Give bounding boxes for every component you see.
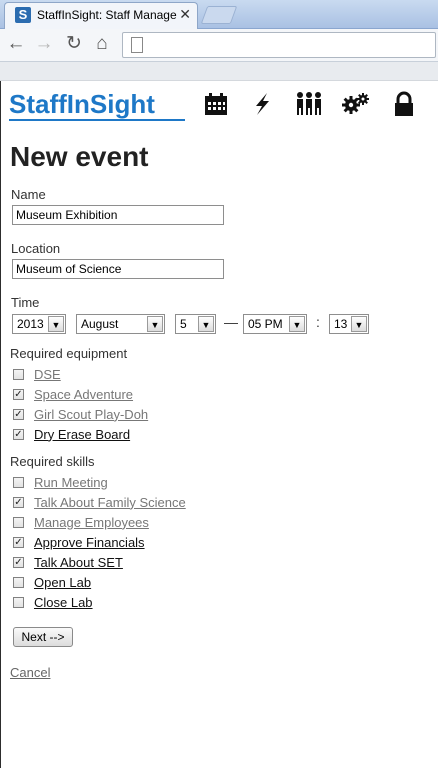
equipment-item[interactable]: ✓ Dry Erase Board bbox=[13, 425, 130, 443]
calendar-icon[interactable] bbox=[201, 89, 231, 119]
lock-icon[interactable] bbox=[389, 89, 419, 119]
gears-icon[interactable] bbox=[341, 89, 371, 119]
minute-value: 13 bbox=[334, 317, 348, 331]
skill-item[interactable]: ✓ Talk About Family Science bbox=[13, 493, 186, 511]
day-select[interactable]: 5 ▼ bbox=[175, 314, 216, 334]
forward-icon[interactable]: → bbox=[32, 32, 56, 56]
checkbox[interactable]: ✓ bbox=[13, 496, 24, 508]
back-icon[interactable]: ← bbox=[4, 32, 28, 56]
skill-link[interactable]: Talk About Family Science bbox=[34, 495, 186, 510]
chevron-down-icon: ▼ bbox=[351, 316, 367, 332]
checkbox[interactable] bbox=[13, 596, 24, 608]
checkbox[interactable]: ✓ bbox=[13, 388, 24, 400]
skill-item[interactable]: Run Meeting bbox=[13, 473, 108, 491]
browser-tab[interactable]: S StaffInSight: Staff Manage ✕ bbox=[4, 2, 198, 29]
skill-item[interactable]: Open Lab bbox=[13, 573, 91, 591]
location-field[interactable]: Museum of Science bbox=[12, 259, 224, 279]
check-icon: ✓ bbox=[14, 388, 23, 400]
tab-title: StaffInSight: Staff Manage bbox=[37, 8, 177, 22]
logo-underline bbox=[9, 119, 185, 121]
skill-item[interactable]: ✓ Approve Financials bbox=[13, 533, 145, 551]
browser-tabstrip: S StaffInSight: Staff Manage ✕ bbox=[0, 0, 438, 29]
app-header: StaffInSight bbox=[9, 87, 429, 125]
skill-link[interactable]: Close Lab bbox=[34, 595, 93, 610]
checkbox[interactable]: ✓ bbox=[13, 428, 24, 440]
skill-link[interactable]: Open Lab bbox=[34, 575, 91, 590]
checkbox[interactable] bbox=[13, 516, 24, 528]
address-bar[interactable] bbox=[122, 32, 436, 58]
hour-select[interactable]: 05 PM ▼ bbox=[243, 314, 307, 334]
time-colon: : bbox=[316, 314, 320, 330]
home-icon[interactable]: ⌂ bbox=[90, 32, 114, 56]
skill-item[interactable]: Manage Employees bbox=[13, 513, 149, 531]
new-tab-button[interactable] bbox=[200, 6, 238, 24]
equipment-item[interactable]: DSE bbox=[13, 365, 61, 383]
close-icon[interactable]: ✕ bbox=[179, 6, 191, 23]
equipment-item[interactable]: ✓ Space Adventure bbox=[13, 385, 133, 403]
page-title: New event bbox=[10, 141, 149, 172]
people-icon[interactable] bbox=[294, 89, 324, 119]
hour-value: 05 PM bbox=[248, 317, 283, 331]
checkbox[interactable] bbox=[13, 576, 24, 588]
equipment-link[interactable]: DSE bbox=[34, 367, 61, 382]
checkbox[interactable]: ✓ bbox=[13, 556, 24, 568]
skill-item[interactable]: Close Lab bbox=[13, 593, 93, 611]
chevron-down-icon: ▼ bbox=[198, 316, 214, 332]
check-icon: ✓ bbox=[14, 428, 23, 440]
time-dash: — bbox=[224, 314, 238, 330]
month-value: August bbox=[81, 317, 119, 331]
chevron-down-icon: ▼ bbox=[147, 316, 163, 332]
next-button[interactable]: Next --> bbox=[13, 627, 73, 647]
bookmarks-bar bbox=[0, 62, 438, 81]
cancel-link[interactable]: Cancel bbox=[10, 665, 50, 680]
year-value: 2013 bbox=[17, 317, 44, 331]
equipment-link[interactable]: Girl Scout Play-Doh bbox=[34, 407, 148, 422]
checkbox[interactable] bbox=[13, 476, 24, 488]
equipment-link[interactable]: Space Adventure bbox=[34, 387, 133, 402]
check-icon: ✓ bbox=[14, 408, 23, 420]
name-label: Name bbox=[11, 187, 46, 202]
skills-label: Required skills bbox=[10, 454, 95, 469]
browser-toolbar: ← → ↻ ⌂ bbox=[0, 29, 438, 62]
skill-link[interactable]: Approve Financials bbox=[34, 535, 145, 550]
checkbox[interactable] bbox=[13, 368, 24, 380]
skill-link[interactable]: Manage Employees bbox=[34, 515, 149, 530]
reload-icon[interactable]: ↻ bbox=[62, 32, 86, 56]
lightning-icon[interactable] bbox=[247, 89, 277, 119]
month-select[interactable]: August ▼ bbox=[76, 314, 165, 334]
chevron-down-icon: ▼ bbox=[289, 316, 305, 332]
checkbox[interactable]: ✓ bbox=[13, 536, 24, 548]
logo[interactable]: StaffInSight bbox=[9, 89, 155, 120]
equipment-link[interactable]: Dry Erase Board bbox=[34, 427, 130, 442]
time-label: Time bbox=[11, 295, 40, 310]
chevron-down-icon: ▼ bbox=[48, 316, 64, 332]
favicon-icon: S bbox=[15, 7, 31, 23]
minute-select[interactable]: 13 ▼ bbox=[329, 314, 369, 334]
equipment-label: Required equipment bbox=[10, 346, 128, 361]
day-value: 5 bbox=[180, 317, 187, 331]
equipment-item[interactable]: ✓ Girl Scout Play-Doh bbox=[13, 405, 148, 423]
page-icon bbox=[131, 37, 143, 53]
year-select[interactable]: 2013 ▼ bbox=[12, 314, 66, 334]
check-icon: ✓ bbox=[14, 536, 23, 548]
skill-link[interactable]: Run Meeting bbox=[34, 475, 108, 490]
skill-item[interactable]: ✓ Talk About SET bbox=[13, 553, 123, 571]
location-label: Location bbox=[11, 241, 61, 256]
check-icon: ✓ bbox=[14, 496, 23, 508]
checkbox[interactable]: ✓ bbox=[13, 408, 24, 420]
check-icon: ✓ bbox=[14, 556, 23, 568]
name-field[interactable]: Museum Exhibition bbox=[12, 205, 224, 225]
skill-link[interactable]: Talk About SET bbox=[34, 555, 123, 570]
